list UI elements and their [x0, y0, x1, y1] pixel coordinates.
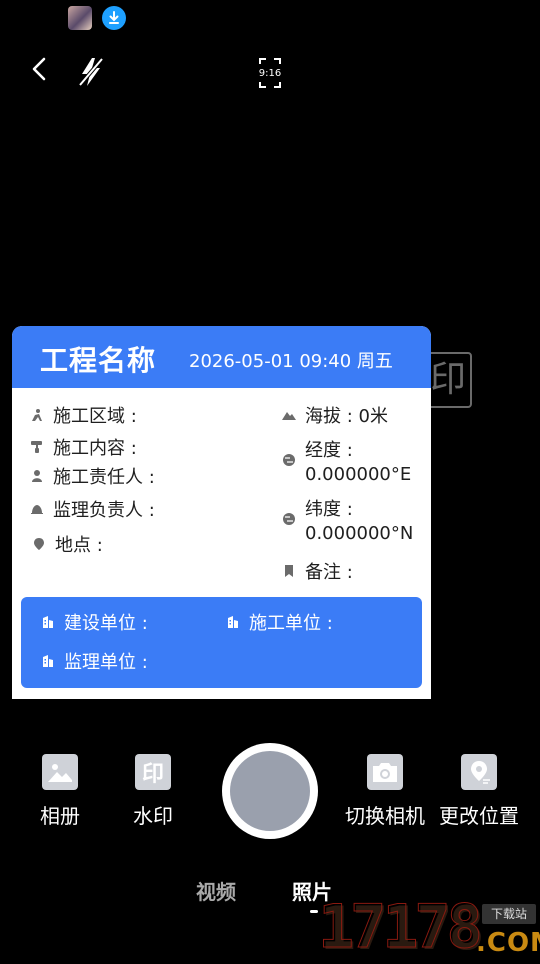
field-altitude: 海拔 : 0米 [282, 402, 388, 428]
album-button[interactable]: 相册 [30, 754, 90, 829]
flash-off-button[interactable] [74, 54, 108, 90]
download-icon [102, 6, 126, 30]
building-icon [226, 615, 240, 629]
field-construction-content: 施工内容 : [30, 434, 137, 460]
person-icon [30, 469, 44, 483]
watermark-card-footer: 建设单位 : 施工单位 : 监理单位 : [21, 597, 422, 688]
building-icon [41, 654, 55, 668]
field-longitude: 经度 : 0.000000°E [282, 439, 411, 487]
mountain-icon [282, 408, 296, 422]
aspect-ratio-button[interactable]: 9:16 [256, 56, 284, 90]
globe-icon [282, 453, 296, 467]
aspect-ratio-label: 9:16 [258, 68, 282, 79]
field-builder-unit: 施工单位 : [226, 609, 333, 635]
field-latitude: 纬度 : 0.000000°N [282, 498, 413, 546]
watermark-card[interactable]: 工程名称 2026-05-01 09:40 周五 施工区域 : 施工内容 : 施… [12, 326, 431, 699]
site-watermark-logo: 17178 17178 下载站 .COM [316, 892, 540, 964]
watermark-label: 水印 [133, 804, 173, 828]
chevron-left-icon [32, 57, 46, 81]
building-icon [41, 615, 55, 629]
camera-icon [367, 754, 403, 790]
ghost-watermark-stamp: 印 [424, 352, 472, 408]
field-construction-unit: 建设单位 : [41, 609, 148, 635]
field-responsible-person: 施工责任人 : [30, 463, 155, 489]
globe-icon [282, 512, 296, 526]
back-button[interactable] [24, 54, 54, 84]
worker-icon [30, 408, 44, 422]
shutter-button[interactable] [222, 743, 318, 839]
watermark-card-header: 工程名称 2026-05-01 09:40 周五 [12, 326, 431, 388]
watermark-button[interactable]: 印 水印 [124, 754, 182, 829]
bookmark-icon [282, 564, 296, 578]
map-location-icon [461, 754, 497, 790]
paint-roller-icon [30, 440, 44, 454]
image-icon [42, 754, 78, 790]
field-supervision-unit: 监理单位 : [41, 648, 148, 674]
field-remark: 备注 : [282, 558, 353, 584]
project-name-title: 工程名称 [40, 344, 157, 377]
album-label: 相册 [40, 804, 80, 828]
switch-camera-button[interactable]: 切换相机 [340, 754, 430, 829]
status-avatar-icon [68, 6, 92, 30]
field-construction-area: 施工区域 : [30, 402, 137, 428]
hard-hat-icon [30, 502, 44, 516]
switch-camera-label: 切换相机 [345, 804, 425, 828]
field-location: 地点 : [32, 531, 103, 557]
location-pin-icon [32, 537, 46, 551]
change-location-button[interactable]: 更改位置 [434, 754, 524, 829]
datetime-label: 2026-05-01 09:40 周五 [189, 351, 393, 372]
change-location-label: 更改位置 [439, 804, 519, 828]
mode-tab-video[interactable]: 视频 [196, 876, 236, 905]
flash-off-icon [78, 57, 104, 87]
field-supervisor: 监理负责人 : [30, 496, 155, 522]
watermark-stamp-icon: 印 [135, 754, 171, 790]
